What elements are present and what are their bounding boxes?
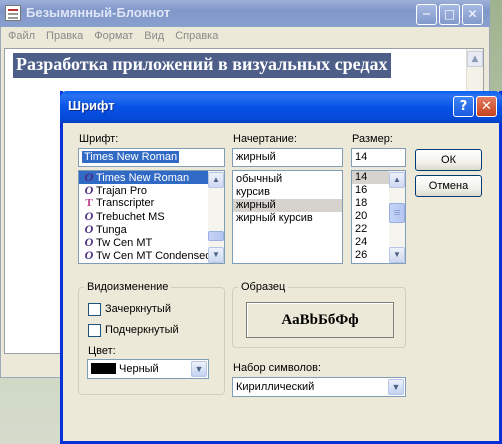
charset-label: Набор символов: <box>233 362 322 374</box>
underline-label: Подчеркнутый <box>105 324 179 336</box>
font-list-item[interactable]: O Tw Cen MT Condensed <box>79 248 224 263</box>
menu-edit[interactable]: Правка <box>46 30 83 44</box>
scroll-up-arrow-icon[interactable]: ▲ <box>467 51 483 67</box>
minimize-button[interactable]: ─ <box>416 4 437 25</box>
color-swatch <box>91 363 116 374</box>
sample-preview: AaBbБбФф <box>246 302 394 338</box>
chevron-down-icon[interactable]: ▼ <box>388 379 404 395</box>
menu-help[interactable]: Справка <box>175 30 218 44</box>
color-select[interactable]: Черный ▼ <box>87 359 209 379</box>
font-name-value: Times New Roman <box>82 151 180 163</box>
style-list-item[interactable]: обычный <box>233 173 342 186</box>
charset-value: Кириллический <box>236 381 315 393</box>
menu-bar: Файл Правка Формат Вид Справка <box>1 27 489 47</box>
size-list[interactable]: 14 16 18 20 22 24 26 ▲ ▼ <box>351 170 406 264</box>
sample-label: Образец <box>238 281 289 293</box>
font-list-item[interactable]: O Trajan Pro <box>79 183 224 198</box>
scroll-thumb[interactable] <box>208 231 224 241</box>
scroll-thumb[interactable] <box>389 203 405 223</box>
style-list-item[interactable]: курсив <box>233 186 342 199</box>
chevron-down-icon[interactable]: ▼ <box>191 361 207 377</box>
font-label: Шрифт: <box>79 133 119 145</box>
style-value: жирный <box>236 151 276 163</box>
color-label: Цвет: <box>88 345 116 357</box>
notepad-title: Безымянный-Блокнот <box>26 5 171 20</box>
size-list-item[interactable]: 14 <box>352 171 390 184</box>
color-value: Черный <box>119 363 159 375</box>
size-input[interactable]: 14 <box>351 148 406 167</box>
notepad-titlebar[interactable]: Безымянный-Блокнот ─ □ ✕ <box>0 0 490 27</box>
scroll-up-arrow-icon[interactable]: ▲ <box>389 172 405 188</box>
grip-icon <box>394 210 400 211</box>
scroll-down-arrow-icon[interactable]: ▼ <box>208 247 224 263</box>
effects-label: Видоизменение <box>84 281 172 293</box>
menu-file[interactable]: Файл <box>8 30 35 44</box>
opentype-font-icon: O <box>84 183 94 197</box>
font-list-item[interactable]: O Trebuchet MS <box>79 210 224 224</box>
font-list[interactable]: O Times New Roman O Trajan Pro T Transcript… <box>78 170 225 264</box>
font-list-item[interactable]: T Transcripter <box>79 197 224 210</box>
size-label: Размер: <box>352 133 393 145</box>
font-dialog-titlebar[interactable]: Шрифт ? ✕ <box>60 91 502 123</box>
selected-text: Разработка приложений в визуальных среда… <box>13 53 391 78</box>
style-input[interactable]: жирный <box>232 148 343 167</box>
strikeout-label: Зачеркнутый <box>105 303 171 315</box>
font-dialog-title: Шрифт <box>68 98 115 113</box>
size-value: 14 <box>355 151 368 163</box>
help-button[interactable]: ? <box>453 96 474 117</box>
menu-view[interactable]: Вид <box>144 30 164 44</box>
maximize-button[interactable]: □ <box>439 4 460 25</box>
underline-checkbox[interactable] <box>88 324 101 337</box>
style-list[interactable]: обычный курсив жирный жирный курсив <box>232 170 343 264</box>
style-label: Начертание: <box>233 133 297 145</box>
ok-button[interactable]: ОК <box>415 149 482 171</box>
scroll-down-arrow-icon[interactable]: ▼ <box>389 247 405 263</box>
scroll-up-arrow-icon[interactable]: ▲ <box>208 172 224 188</box>
cancel-button[interactable]: Отмена <box>415 175 482 197</box>
notepad-icon <box>5 5 21 21</box>
font-list-scrollbar[interactable]: ▲ ▼ <box>208 171 224 263</box>
strikeout-checkbox[interactable] <box>88 303 101 316</box>
opentype-font-icon: O <box>84 248 94 262</box>
dialog-close-button[interactable]: ✕ <box>476 96 497 117</box>
style-list-item[interactable]: жирный курсив <box>233 212 342 225</box>
size-list-scrollbar[interactable]: ▲ ▼ <box>389 171 405 263</box>
font-list-item[interactable]: O Times New Roman <box>79 171 224 184</box>
sample-text: AaBbБбФф <box>281 312 359 328</box>
notepad-close-button[interactable]: ✕ <box>462 4 483 25</box>
font-name-input[interactable]: Times New Roman <box>78 148 225 167</box>
font-list-item[interactable]: O Tw Cen MT <box>79 236 224 250</box>
style-list-item[interactable]: жирный <box>233 199 342 212</box>
font-list-item[interactable]: O Tunga <box>79 223 224 237</box>
charset-select[interactable]: Кириллический ▼ <box>232 377 406 397</box>
menu-format[interactable]: Формат <box>94 30 133 44</box>
